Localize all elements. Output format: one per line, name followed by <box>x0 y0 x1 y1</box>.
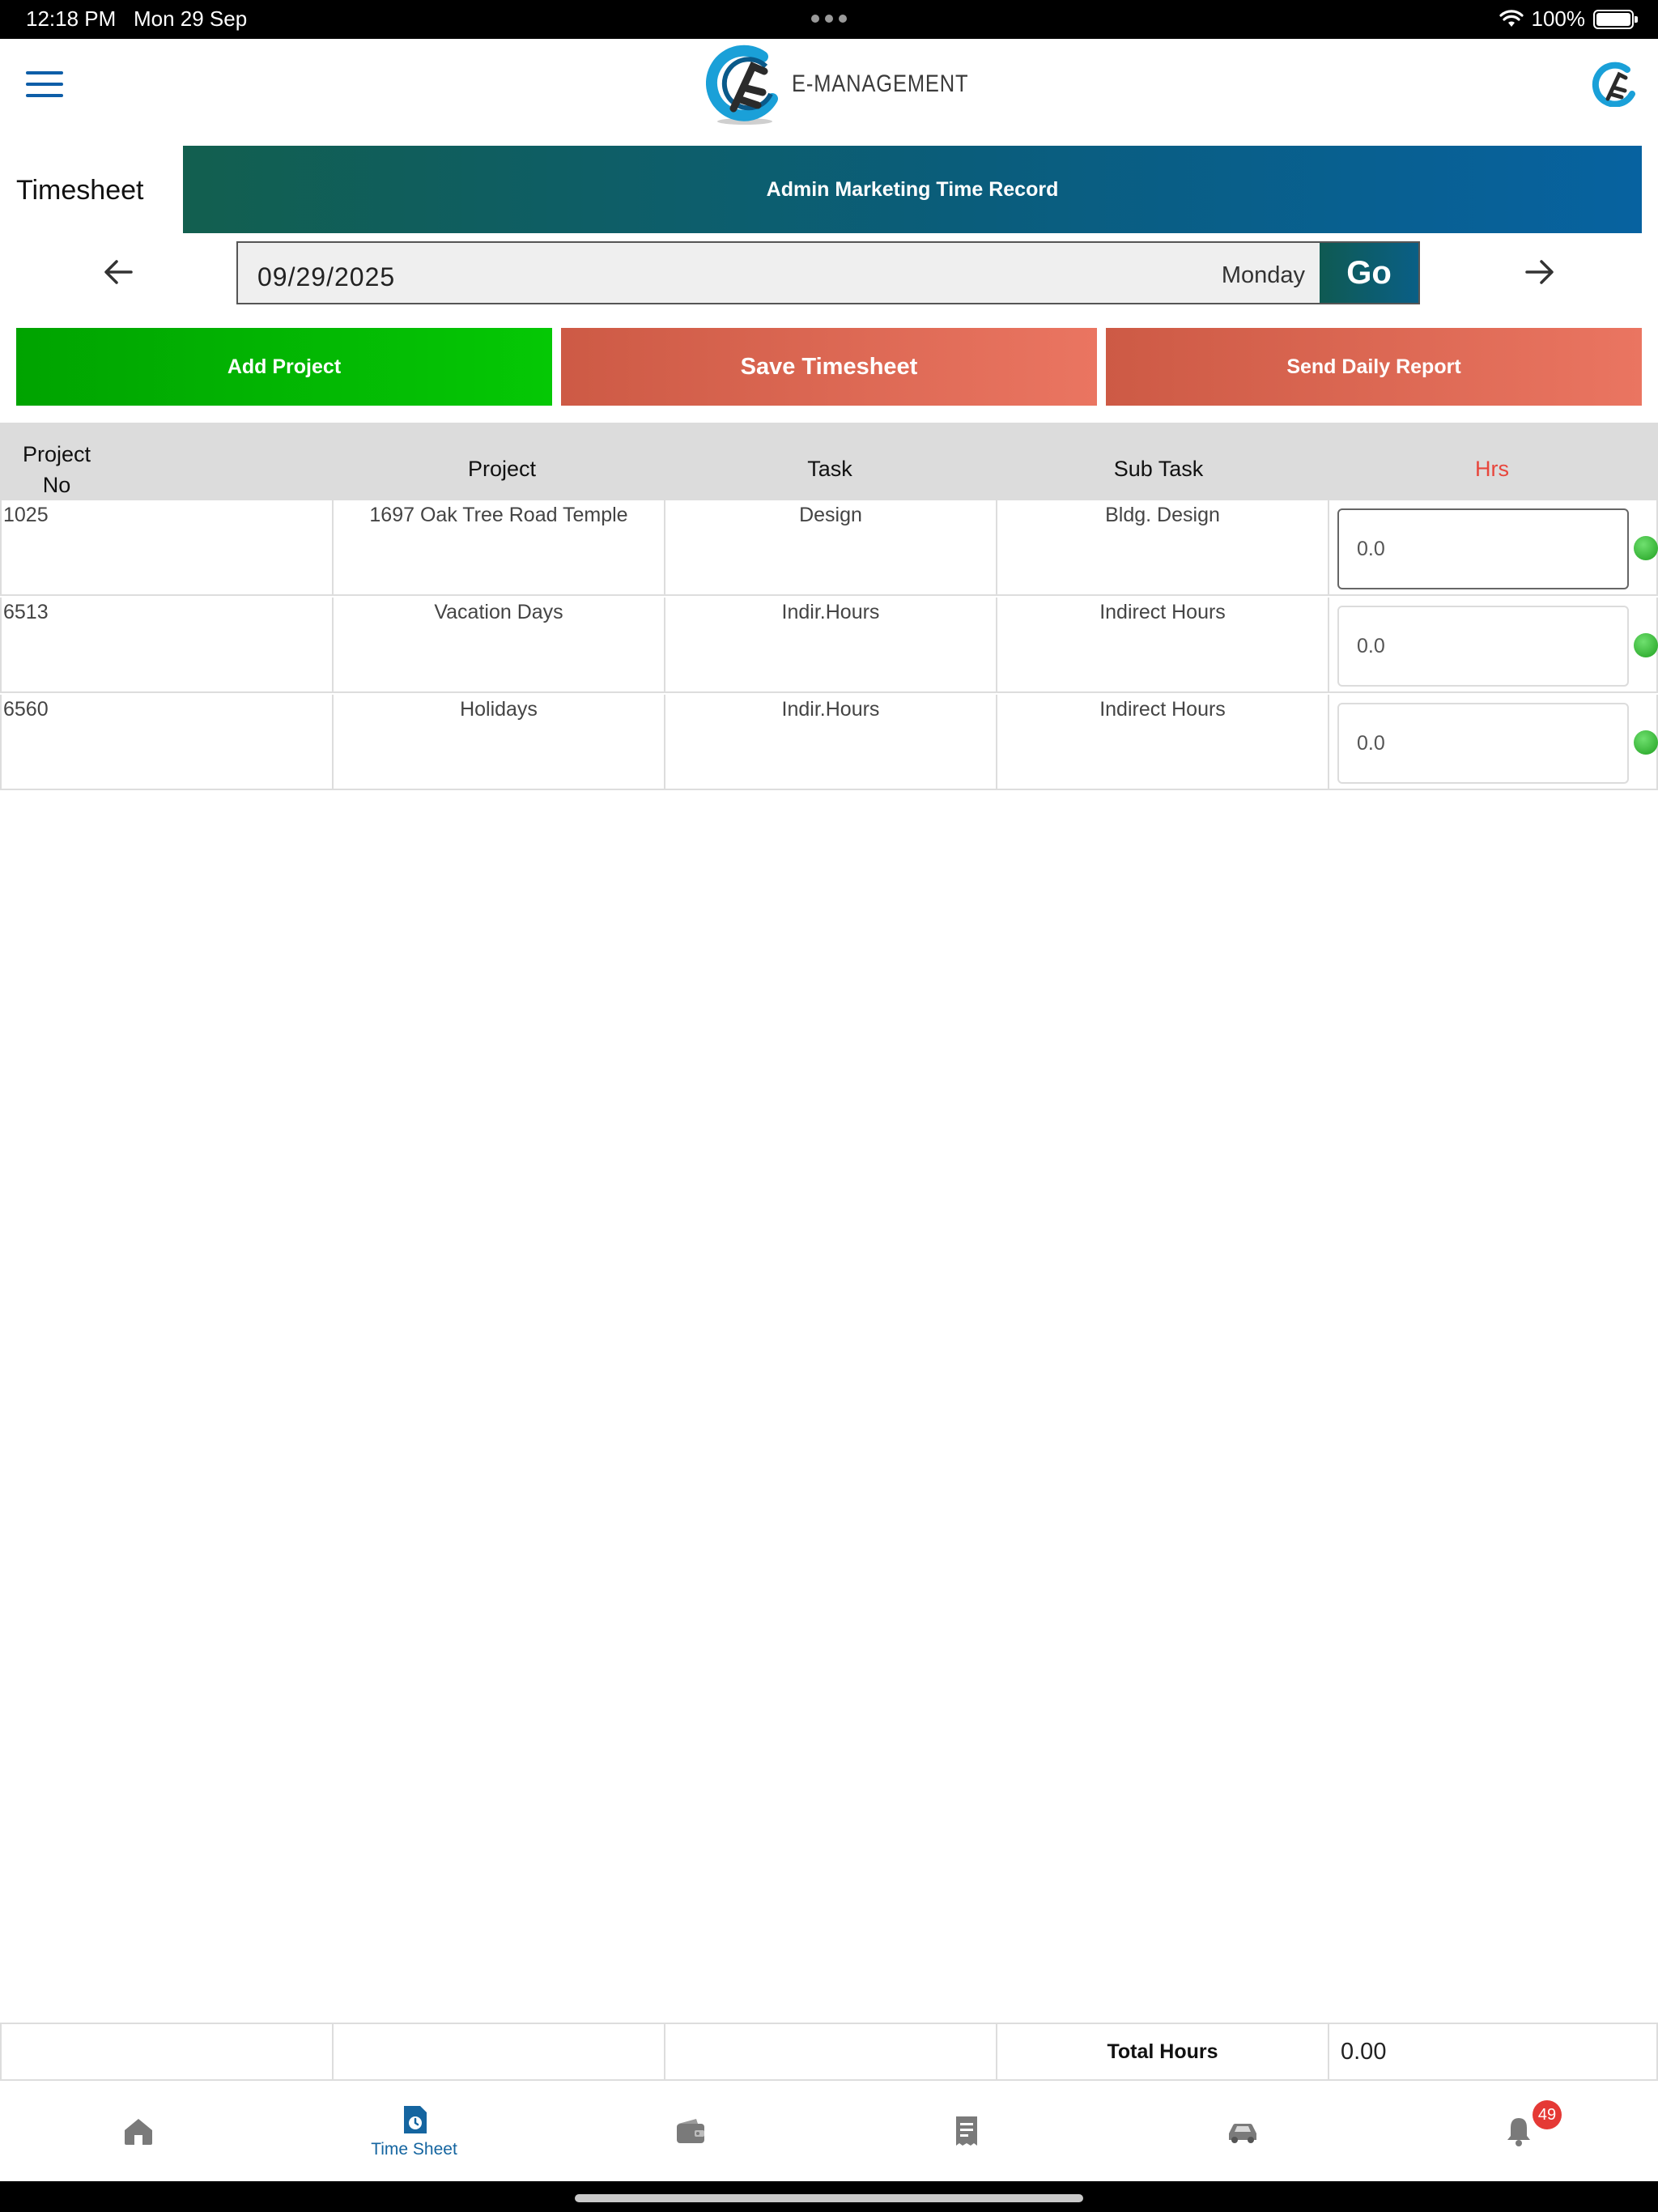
cell-sub-task: Bldg. Design <box>997 500 1329 594</box>
car-icon <box>1228 2124 1256 2143</box>
day-value: Monday <box>1221 262 1305 288</box>
header-sub-task: Sub Task <box>1113 457 1204 481</box>
notification-badge: 49 <box>1533 2100 1562 2129</box>
wallet-icon <box>676 2119 704 2143</box>
header-hrs: Hrs <box>1475 457 1509 481</box>
cell-project-no: 6560 <box>2 695 334 789</box>
banner-label: Admin Marketing Time Record <box>766 177 1059 201</box>
cell-hrs <box>1329 500 1658 594</box>
go-button[interactable]: Go <box>1320 243 1418 303</box>
cell-project-no: 1025 <box>2 500 334 594</box>
cell-project: Vacation Days <box>334 598 665 691</box>
cell-hrs <box>1329 598 1658 691</box>
table-header: Project No Project Task Sub Task Hrs <box>0 423 1658 500</box>
wifi-icon <box>1499 9 1524 27</box>
cell-task: Design <box>665 500 997 594</box>
add-project-button[interactable]: Add Project <box>16 328 552 406</box>
nav-vehicle[interactable] <box>1104 2081 1380 2181</box>
status-dot-icon <box>1634 536 1658 560</box>
hamburger-menu-icon[interactable] <box>26 71 63 97</box>
header-task: Task <box>807 457 852 481</box>
cell-task: Indir.Hours <box>665 598 997 691</box>
hours-input[interactable] <box>1337 606 1629 687</box>
multitask-dots-icon[interactable] <box>811 15 847 24</box>
nav-time-sheet-label: Time Sheet <box>371 2140 457 2159</box>
table-row: 6513 Vacation Days Indir.Hours Indirect … <box>0 598 1658 693</box>
save-timesheet-button[interactable]: Save Timesheet <box>561 328 1097 406</box>
app-name: E-MANAGEMENT <box>792 70 969 97</box>
battery-percent: 100% <box>1531 6 1586 31</box>
arrow-left-icon[interactable] <box>99 253 138 291</box>
table-row: 6560 Holidays Indir.Hours Indirect Hours <box>0 695 1658 790</box>
bottom-nav: Time Sheet 49 <box>0 2081 1658 2181</box>
total-hours-value: 0.00 <box>1341 2038 1387 2065</box>
profile-logo-icon[interactable] <box>1592 62 1637 107</box>
total-hours-label: Total Hours <box>997 2024 1329 2079</box>
send-daily-report-button[interactable]: Send Daily Report <box>1106 328 1642 406</box>
nav-wallet[interactable] <box>552 2081 828 2181</box>
nav-home[interactable] <box>0 2081 276 2181</box>
hours-input[interactable] <box>1337 508 1629 589</box>
status-dot-icon <box>1634 633 1658 657</box>
hours-input[interactable] <box>1337 703 1629 784</box>
bell-icon <box>1507 2118 1530 2146</box>
status-bar: 12:18 PM Mon 29 Sep 100% <box>0 0 1658 39</box>
app-logo: E-MANAGEMENT <box>706 40 1000 128</box>
cell-task: Indir.Hours <box>665 695 997 789</box>
totals-row: Total Hours 0.00 <box>0 2023 1658 2081</box>
status-time: 12:18 PM Mon 29 Sep <box>26 6 248 31</box>
header-project-no: Project No <box>22 442 91 497</box>
receipt-icon <box>955 2116 977 2146</box>
date-value[interactable]: 09/29/2025 <box>257 262 395 292</box>
totals-empty-cell <box>334 2024 665 2079</box>
e-management-logo-icon <box>706 45 778 125</box>
cell-sub-task: Indirect Hours <box>997 598 1329 691</box>
nav-notifications[interactable]: 49 <box>1380 2081 1656 2181</box>
table-row: 1025 1697 Oak Tree Road Temple Design Bl… <box>0 500 1658 596</box>
nav-reports[interactable] <box>828 2081 1104 2181</box>
cell-hrs <box>1329 695 1658 789</box>
timesheet-icon <box>403 2106 427 2133</box>
cell-project: Holidays <box>334 695 665 789</box>
status-right: 100% <box>1499 6 1638 32</box>
date-selector[interactable]: 09/29/2025 Monday Go <box>236 241 1420 304</box>
arrow-right-icon[interactable] <box>1520 253 1559 291</box>
nav-time-sheet[interactable]: Time Sheet <box>276 2081 552 2181</box>
home-icon <box>124 2119 152 2145</box>
page-title: Timesheet <box>16 175 144 206</box>
cell-sub-task: Indirect Hours <box>997 695 1329 789</box>
time-record-banner: Admin Marketing Time Record <box>183 146 1642 233</box>
battery-icon <box>1593 9 1638 29</box>
cell-project: 1697 Oak Tree Road Temple <box>334 500 665 594</box>
home-indicator[interactable] <box>575 2194 1083 2202</box>
header-project: Project <box>467 457 537 481</box>
totals-empty-cell <box>2 2024 334 2079</box>
cell-project-no: 6513 <box>2 598 334 691</box>
status-dot-icon <box>1634 730 1658 755</box>
totals-empty-cell <box>665 2024 997 2079</box>
